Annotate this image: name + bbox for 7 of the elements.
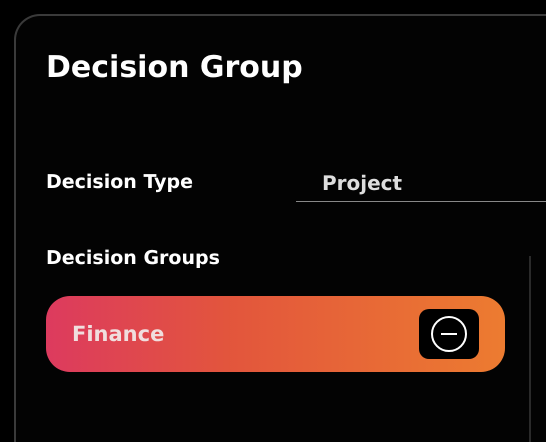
group-name: Finance: [72, 322, 164, 346]
decision-type-label: Decision Type: [46, 170, 194, 194]
decision-type-field[interactable]: Project: [296, 171, 546, 202]
remove-button[interactable]: [419, 309, 479, 359]
decision-groups-label: Decision Groups: [46, 246, 220, 270]
minus-circle-icon: [430, 315, 468, 353]
dialog-title: Decision Group: [46, 50, 303, 86]
